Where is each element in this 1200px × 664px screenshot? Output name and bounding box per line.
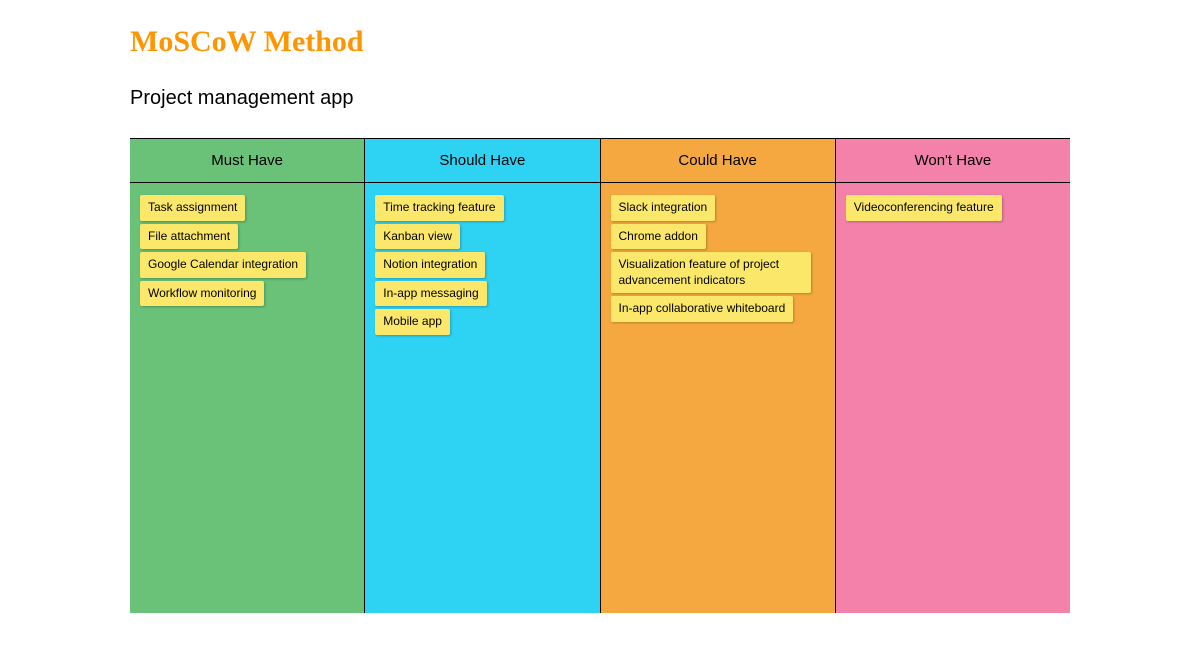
card[interactable]: Notion integration: [375, 252, 485, 278]
card[interactable]: In-app collaborative whiteboard: [611, 296, 794, 322]
page-title: MoSCoW Method: [130, 25, 1070, 59]
card[interactable]: Chrome addon: [611, 224, 706, 250]
column-body[interactable]: Slack integration Chrome addon Visualiza…: [601, 183, 835, 613]
card[interactable]: Task assignment: [140, 195, 245, 221]
moscow-board: Must Have Task assignment File attachmen…: [130, 138, 1070, 613]
column-must-have: Must Have Task assignment File attachmen…: [130, 139, 365, 613]
column-should-have: Should Have Time tracking feature Kanban…: [365, 139, 600, 613]
column-body[interactable]: Videoconferencing feature: [836, 183, 1070, 613]
card[interactable]: File attachment: [140, 224, 238, 250]
card[interactable]: Mobile app: [375, 309, 450, 335]
column-wont-have: Won't Have Videoconferencing feature: [836, 139, 1070, 613]
card[interactable]: Kanban view: [375, 224, 460, 250]
column-header: Must Have: [130, 139, 364, 183]
column-header: Won't Have: [836, 139, 1070, 183]
column-could-have: Could Have Slack integration Chrome addo…: [601, 139, 836, 613]
column-body[interactable]: Task assignment File attachment Google C…: [130, 183, 364, 613]
card[interactable]: Slack integration: [611, 195, 716, 221]
column-body[interactable]: Time tracking feature Kanban view Notion…: [365, 183, 599, 613]
card[interactable]: In-app messaging: [375, 281, 486, 307]
card[interactable]: Workflow monitoring: [140, 281, 264, 307]
column-header: Should Have: [365, 139, 599, 183]
column-header: Could Have: [601, 139, 835, 183]
card[interactable]: Visualization feature of project advance…: [611, 252, 811, 293]
page-subtitle: Project management app: [130, 87, 1070, 110]
card[interactable]: Google Calendar integration: [140, 252, 306, 278]
card[interactable]: Time tracking feature: [375, 195, 503, 221]
card[interactable]: Videoconferencing feature: [846, 195, 1002, 221]
